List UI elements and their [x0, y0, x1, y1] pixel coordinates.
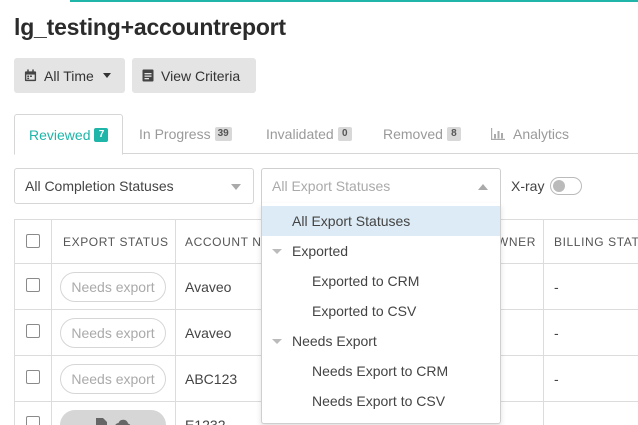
export-status-placeholder: All Export Statuses	[272, 178, 391, 194]
tab-count-badge: 8	[446, 127, 461, 141]
account-name-cell: ABC123	[185, 371, 238, 387]
bar-chart-icon	[491, 128, 505, 140]
tab-invalidated[interactable]: Invalidated 0	[266, 114, 352, 154]
column-header-account-name[interactable]: ACCOUNT NA	[185, 220, 270, 263]
caret-down-icon	[272, 339, 282, 344]
tab-analytics[interactable]: Analytics	[491, 114, 569, 154]
caret-down-icon	[272, 249, 282, 254]
account-name-cell: E1232	[185, 417, 226, 425]
xray-label: X-ray	[511, 178, 545, 194]
row-checkbox[interactable]	[26, 370, 40, 384]
account-name-cell: Avaveo	[185, 325, 232, 341]
tab-count-badge: 0	[337, 127, 352, 141]
row-checkbox[interactable]	[26, 324, 40, 338]
tab-count-badge: 7	[94, 127, 109, 142]
option-exported-to-csv[interactable]: Exported to CSV	[262, 296, 500, 326]
select-all-checkbox[interactable]	[26, 234, 40, 248]
option-exported-to-crm[interactable]: Exported to CRM	[262, 266, 500, 296]
time-filter-button[interactable]: All Time	[14, 58, 125, 93]
needs-export-button[interactable]: Needs export	[60, 272, 166, 302]
needs-export-button[interactable]: Needs export	[60, 364, 166, 394]
tab-label: Invalidated	[266, 126, 334, 142]
completion-status-select[interactable]: All Completion Statuses	[14, 168, 254, 204]
needs-export-button[interactable]: Needs export	[60, 318, 166, 348]
exported-status-button[interactable]	[60, 410, 166, 425]
billing-status-cell: -	[554, 325, 559, 341]
option-group-exported[interactable]: Exported	[262, 236, 500, 266]
tab-label: In Progress	[139, 126, 211, 142]
option-label: Exported	[292, 243, 349, 259]
view-criteria-label: View Criteria	[161, 67, 241, 84]
completion-status-value: All Completion Statuses	[25, 178, 174, 194]
tab-reviewed[interactable]: Reviewed 7	[14, 114, 123, 155]
export-status-dropdown: All Export Statuses Exported Exported to…	[261, 203, 501, 424]
option-label: Needs Export	[292, 333, 377, 349]
tab-removed[interactable]: Removed 8	[383, 114, 461, 154]
time-filter-label: All Time	[44, 67, 94, 84]
cloud-upload-icon	[114, 419, 130, 425]
account-name-cell: Avaveo	[185, 279, 232, 295]
row-checkbox[interactable]	[26, 278, 40, 292]
tab-in-progress[interactable]: In Progress 39	[139, 114, 232, 154]
option-needs-export-to-csv[interactable]: Needs Export to CSV	[262, 386, 500, 416]
option-group-needs-export[interactable]: Needs Export	[262, 326, 500, 356]
export-status-select[interactable]: All Export Statuses	[261, 168, 501, 204]
top-accent-bar	[70, 0, 638, 2]
view-criteria-button[interactable]: View Criteria	[132, 58, 256, 93]
toggle-knob	[553, 180, 565, 192]
file-icon	[95, 418, 107, 425]
option-needs-export-to-crm[interactable]: Needs Export to CRM	[262, 356, 500, 386]
billing-status-cell: -	[554, 371, 559, 387]
column-divider	[175, 220, 176, 425]
column-header-export-status[interactable]: EXPORT STATUS	[63, 220, 169, 263]
billing-status-cell: -	[554, 279, 559, 295]
row-checkbox[interactable]	[26, 416, 40, 425]
option-all-export-statuses[interactable]: All Export Statuses	[262, 206, 500, 236]
document-icon	[142, 69, 154, 82]
tab-label: Reviewed	[29, 126, 91, 143]
tab-label: Removed	[383, 126, 443, 142]
xray-toggle[interactable]	[550, 177, 582, 195]
tab-label: Analytics	[513, 126, 570, 142]
chevron-up-icon	[478, 184, 488, 190]
chevron-down-icon	[231, 184, 241, 190]
calendar-icon	[24, 69, 37, 82]
column-header-billing-status[interactable]: BILLING STAT	[554, 220, 638, 263]
column-divider	[543, 220, 544, 425]
status-tabs: Reviewed 7 In Progress 39 Invalidated 0 …	[14, 114, 638, 155]
column-divider	[51, 220, 52, 425]
caret-down-icon	[102, 73, 111, 78]
page-title: lg_testing+accountreport	[14, 14, 286, 40]
tab-count-badge: 39	[214, 127, 232, 141]
